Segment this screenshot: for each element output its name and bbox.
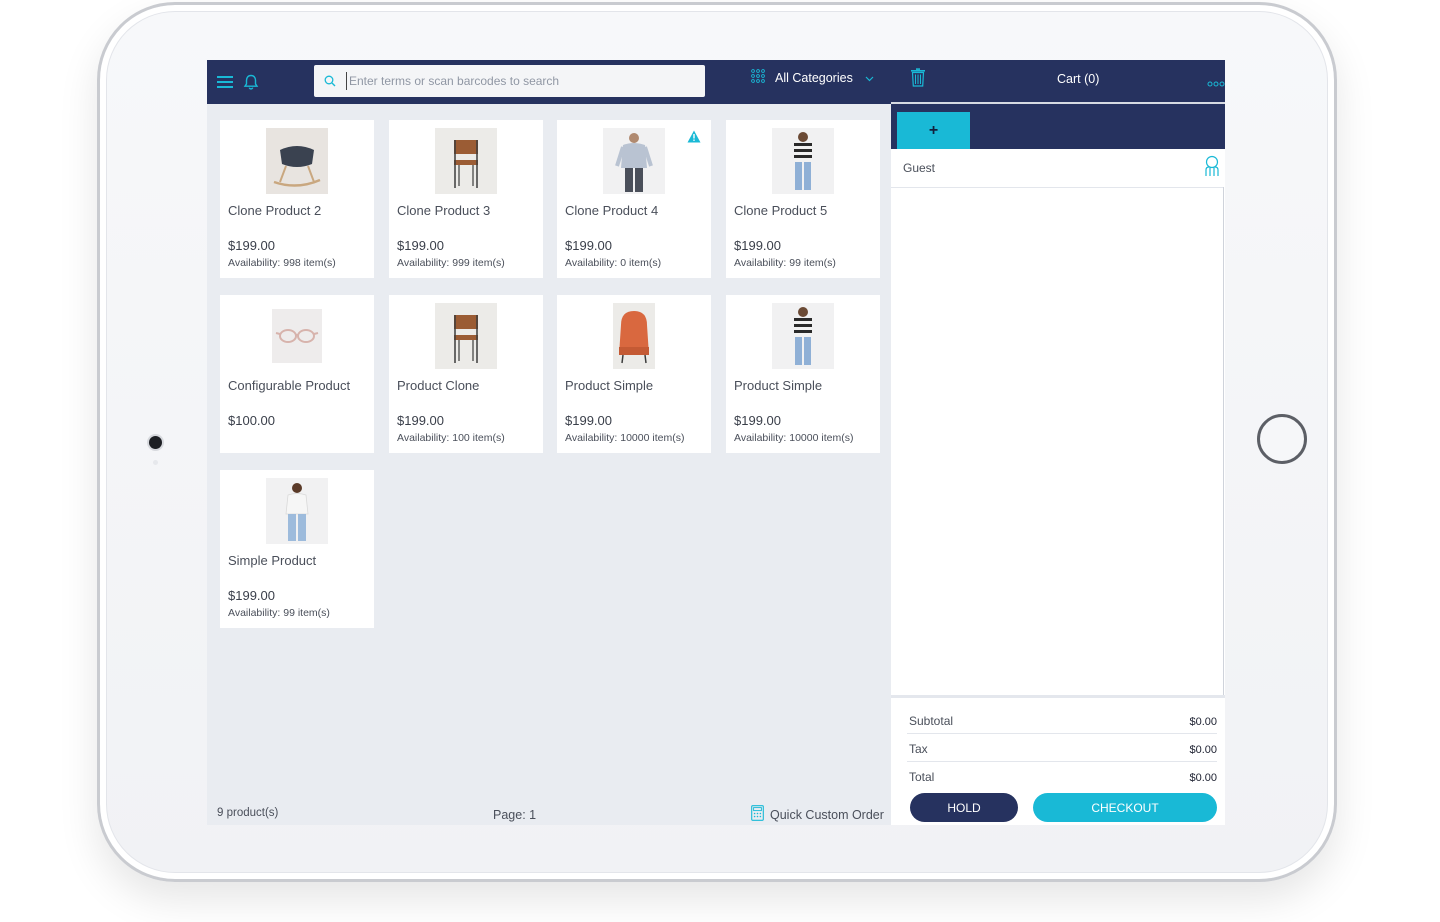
subtotal-value: $0.00 [1189, 716, 1217, 728]
more-options-icon[interactable] [1207, 74, 1225, 92]
product-count: 9 product(s) [217, 807, 279, 819]
total-row: Total $0.00 [907, 762, 1217, 789]
product-price: $199.00 [397, 413, 444, 428]
product-availability: Availability: 999 item(s) [397, 257, 505, 269]
product-availability: Availability: 99 item(s) [734, 257, 836, 269]
total-label: Total [909, 770, 935, 784]
cart-panel: + Guest Subtotal $0.00 Tax $0.00 Total $… [891, 104, 1225, 825]
rocking-chair-image [266, 128, 328, 194]
product-grid: Clone Product 2 $199.00 Availability: 99… [207, 104, 891, 825]
checkout-button[interactable]: CHECKOUT [1033, 793, 1217, 822]
menu-icon[interactable] [215, 60, 235, 104]
product-availability: Availability: 10000 item(s) [565, 432, 685, 444]
pos-screen: All Categories Cart (0) Clone Product 2 … [207, 60, 1225, 825]
search-box [314, 65, 705, 97]
subtotal-row: Subtotal $0.00 [907, 706, 1217, 734]
cart-title: Cart (0) [1057, 72, 1100, 86]
woman-striped-top-image [772, 303, 834, 369]
hold-button[interactable]: HOLD [910, 793, 1018, 822]
product-price: $199.00 [228, 238, 275, 253]
quick-custom-order-button[interactable]: Quick Custom Order [751, 805, 884, 824]
product-price: $100.00 [228, 413, 275, 428]
product-availability: Availability: 10000 item(s) [734, 432, 854, 444]
quick-custom-order-label: Quick Custom Order [770, 807, 884, 822]
product-card[interactable]: Product Simple $199.00 Availability: 100… [726, 295, 880, 453]
customer-name: Guest [903, 161, 936, 175]
search-icon [324, 74, 336, 92]
product-card[interactable]: Product Clone $199.00 Availability: 100 … [389, 295, 543, 453]
product-availability: Availability: 0 item(s) [565, 257, 662, 269]
customer-row[interactable]: Guest [891, 149, 1223, 188]
product-card[interactable]: Clone Product 5 $199.00 Availability: 99… [726, 120, 880, 278]
product-price: $199.00 [397, 238, 444, 253]
product-availability: Availability: 998 item(s) [228, 257, 336, 269]
glasses-image [272, 309, 322, 363]
camera-lens [149, 436, 162, 449]
user-icon[interactable] [1203, 155, 1221, 182]
search-input[interactable] [346, 72, 696, 90]
product-availability: Availability: 100 item(s) [397, 432, 505, 444]
category-dropdown[interactable]: All Categories [751, 60, 874, 96]
product-name: Simple Product [228, 553, 317, 568]
top-bar: All Categories Cart (0) [207, 60, 1225, 104]
product-price: $199.00 [228, 588, 275, 603]
add-cart-tab-button[interactable]: + [897, 112, 970, 149]
woman-white-top-image [266, 478, 328, 544]
grid-icon [751, 68, 765, 88]
product-name: Product Simple [734, 378, 823, 393]
category-label: All Categories [775, 71, 853, 85]
calculator-icon [751, 805, 764, 824]
product-name: Configurable Product [228, 378, 351, 393]
woman-striped-top-image [772, 128, 834, 194]
orange-armchair-image [613, 303, 655, 369]
tax-value: $0.00 [1189, 744, 1217, 756]
product-name: Clone Product 4 [565, 203, 659, 218]
product-card[interactable]: Simple Product $199.00 Availability: 99 … [220, 470, 374, 628]
camera-sensor [153, 460, 158, 465]
product-card[interactable]: Clone Product 4 $199.00 Availability: 0 … [557, 120, 711, 278]
subtotal-label: Subtotal [909, 714, 954, 728]
warning-icon [687, 130, 701, 148]
product-price: $199.00 [565, 413, 612, 428]
product-card[interactable]: Configurable Product $100.00 [220, 295, 374, 453]
leather-chair-image [435, 303, 497, 369]
leather-chair-image [435, 128, 497, 194]
product-availability: Availability: 99 item(s) [228, 607, 330, 619]
product-name: Product Simple [565, 378, 654, 393]
product-price: $199.00 [734, 238, 781, 253]
product-card[interactable]: Clone Product 3 $199.00 Availability: 99… [389, 120, 543, 278]
trash-icon[interactable] [910, 68, 926, 92]
cart-tabs: + [891, 104, 1225, 149]
tax-row: Tax $0.00 [907, 734, 1217, 762]
product-name: Product Clone [397, 378, 480, 393]
product-name: Clone Product 5 [734, 203, 828, 218]
product-price: $199.00 [734, 413, 781, 428]
home-button[interactable] [1257, 414, 1307, 464]
tax-label: Tax [909, 742, 928, 756]
product-price: $199.00 [565, 238, 612, 253]
product-name: Clone Product 3 [397, 203, 491, 218]
product-card[interactable]: Product Simple $199.00 Availability: 100… [557, 295, 711, 453]
chevron-down-icon [865, 69, 874, 87]
bell-icon[interactable] [241, 60, 261, 104]
product-card[interactable]: Clone Product 2 $199.00 Availability: 99… [220, 120, 374, 278]
product-name: Clone Product 2 [228, 203, 322, 218]
man-sweater-image [603, 128, 665, 194]
page-indicator: Page: 1 [493, 808, 537, 822]
cart-items-border [1223, 187, 1224, 695]
total-value: $0.00 [1189, 772, 1217, 784]
